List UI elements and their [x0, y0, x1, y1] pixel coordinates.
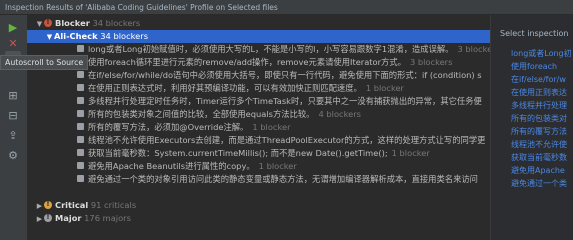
rule-icon: [77, 162, 84, 169]
window-title: Inspection Results of 'Alibaba Coding Gu…: [0, 0, 573, 15]
detail-link[interactable]: 使用foreach: [511, 61, 557, 72]
detail-link[interactable]: 在if/else/for/w: [511, 74, 566, 85]
rule-icon: [77, 175, 84, 182]
tree-group-blocker[interactable]: ▼ Blocker 34 blockers: [27, 17, 490, 30]
rule-count: 1 blocker: [365, 83, 404, 93]
chevron-down-icon[interactable]: ▼: [35, 18, 44, 30]
group-label: Critical: [55, 200, 89, 210]
inspection-rule-item[interactable]: 所有的包装类对象之间值的比较，全部使用equals方法比较。 4 blockers: [27, 108, 490, 121]
group-label: Blocker: [55, 18, 90, 28]
tree-group-critical[interactable]: ▶ Critical 91 criticals: [27, 199, 490, 212]
detail-link[interactable]: 获取当前毫秒数: [511, 152, 567, 163]
rerun-icon[interactable]: ▶: [5, 19, 21, 35]
tree-node-ali-check[interactable]: ▼ Ali-Check 34 blockers: [27, 30, 490, 43]
inspection-rule-item[interactable]: 获取当前毫秒数：System.currentTimeMillis(); 而不是n…: [27, 147, 490, 160]
rule-text: 多线程并行处理定时任务时，Timer运行多个TimeTask时，只要其中之一没有…: [88, 96, 482, 106]
rule-text: 避免用Apache Beanutils进行属性的copy。: [88, 161, 255, 171]
inspection-rule-item[interactable]: 线程池不允许使用Executors去创建，而是通过ThreadPoolExecu…: [27, 134, 490, 147]
inspection-rule-item[interactable]: 多线程并行处理定时任务时，Timer运行多个TimeTask时，只要其中之一没有…: [27, 95, 490, 108]
rule-icon: [77, 110, 84, 117]
inspection-rule-item[interactable]: 在使用正则表达式时，利用好其预编译功能，可以有效加快正则匹配速度。 1 block…: [27, 82, 490, 95]
inspection-rule-item[interactable]: long或者Long初始赋值时，必须使用大写的L，不能是小写的l，小写容易跟数字…: [27, 43, 490, 56]
expand-all-icon[interactable]: ⊞: [5, 87, 21, 103]
rule-text: 在使用正则表达式时，利用好其预编译功能，可以有效加快正则匹配速度。: [88, 83, 362, 93]
close-icon[interactable]: ✕: [5, 35, 21, 51]
rule-icon: [77, 149, 84, 156]
rule-icon: [77, 84, 84, 91]
node-count: 34 blockers: [100, 31, 149, 41]
rule-icon: [77, 123, 84, 130]
collapse-all-icon[interactable]: ⊟: [5, 107, 21, 123]
inspection-rule-item[interactable]: 避免通过一个类的对象引用访问此类的静态变量或静态方法，无谓增加编译器解析成本，直…: [27, 173, 490, 186]
rule-text: long或者Long初始赋值时，必须使用大写的L，不能是小写的l，小写容易跟数字…: [88, 44, 454, 54]
inspection-rule-item[interactable]: 使用foreach循环里进行元素的remove/add操作，remove元素请使…: [27, 56, 490, 69]
detail-link[interactable]: 避免通过一个类: [511, 178, 567, 189]
rule-text: 使用foreach循环里进行元素的remove/add操作，remove元素请使…: [88, 57, 406, 67]
toolbar: ▶ ✕ ⇥ ⊞ ⊟ ⇪ ⚙: [0, 15, 28, 240]
rule-icon: [77, 97, 84, 104]
inspection-rule-item[interactable]: 所有的覆写方法，必须加@Override注解。 1 blocker: [27, 121, 490, 134]
detail-title: Select inspection: [500, 29, 569, 38]
rule-text: 所有的覆写方法，必须加@Override注解。: [88, 122, 249, 132]
detail-link[interactable]: 避免用Apache: [511, 165, 565, 176]
rule-count: 1 blocker: [258, 161, 297, 171]
autoscroll-tooltip: Autoscroll to Source: [0, 55, 89, 70]
inspection-rule-item[interactable]: 避免用Apache Beanutils进行属性的copy。 1 blocker: [27, 160, 490, 173]
chevron-down-icon[interactable]: ▼: [45, 31, 54, 43]
blocker-icon: [44, 17, 52, 29]
chevron-right-icon[interactable]: ▶: [35, 200, 44, 212]
detail-link[interactable]: 多线程并行处理: [511, 100, 567, 111]
rule-count: 3 blockers: [409, 57, 453, 67]
rule-count: 1 blocker: [391, 148, 430, 158]
critical-icon: [44, 199, 52, 211]
group-count: 34 blockers: [92, 18, 141, 28]
rule-text: 线程池不允许使用Executors去创建，而是通过ThreadPoolExecu…: [88, 135, 486, 145]
rule-text: 避免通过一个类的对象引用访问此类的静态变量或静态方法，无谓增加编译器解析成本，直…: [88, 174, 478, 184]
rule-icon: [77, 136, 84, 143]
detail-link[interactable]: 所有的覆写方法: [511, 126, 567, 137]
rule-count: 3 blockers: [457, 44, 490, 54]
tree-group-major[interactable]: ▶ Major 176 majors: [27, 212, 490, 225]
group-count: 176 majors: [84, 213, 131, 223]
rule-text: 在if/else/for/while/do语句中必须使用大括号，即使只有一行代码…: [88, 70, 482, 80]
detail-link[interactable]: 线程池不允许使: [511, 139, 567, 150]
group-count: 91 criticals: [90, 200, 137, 210]
rule-icon: [77, 71, 84, 78]
major-icon: [44, 212, 52, 224]
group-label: Major: [55, 213, 82, 223]
inspection-rule-item[interactable]: 在if/else/for/while/do语句中必须使用大括号，即使只有一行代码…: [27, 69, 490, 82]
rule-icon: [77, 45, 84, 52]
rule-text: 所有的包装类对象之间值的比较，全部使用equals方法比较。: [88, 109, 315, 119]
export-icon[interactable]: ⇪: [5, 127, 21, 143]
rule-count: 4 blockers: [318, 109, 361, 119]
detail-link[interactable]: 在使用正则表达: [511, 87, 567, 98]
detail-panel: Select inspection long或者Long初 使用foreach 在i…: [490, 15, 573, 240]
rule-text: 获取当前毫秒数：System.currentTimeMillis(); 而不是n…: [88, 148, 388, 158]
detail-link[interactable]: 所有的包装类对: [511, 113, 567, 124]
node-label: Ali-Check: [54, 31, 98, 41]
rule-count: 1 blocker: [252, 122, 291, 132]
inspection-tree: ▼Blocker 34 blockers ▼Ali-Check 34 block…: [27, 15, 490, 240]
chevron-right-icon[interactable]: ▶: [35, 213, 44, 225]
filter-icon[interactable]: ⚙: [5, 147, 21, 163]
detail-link[interactable]: long或者Long初: [511, 48, 572, 59]
